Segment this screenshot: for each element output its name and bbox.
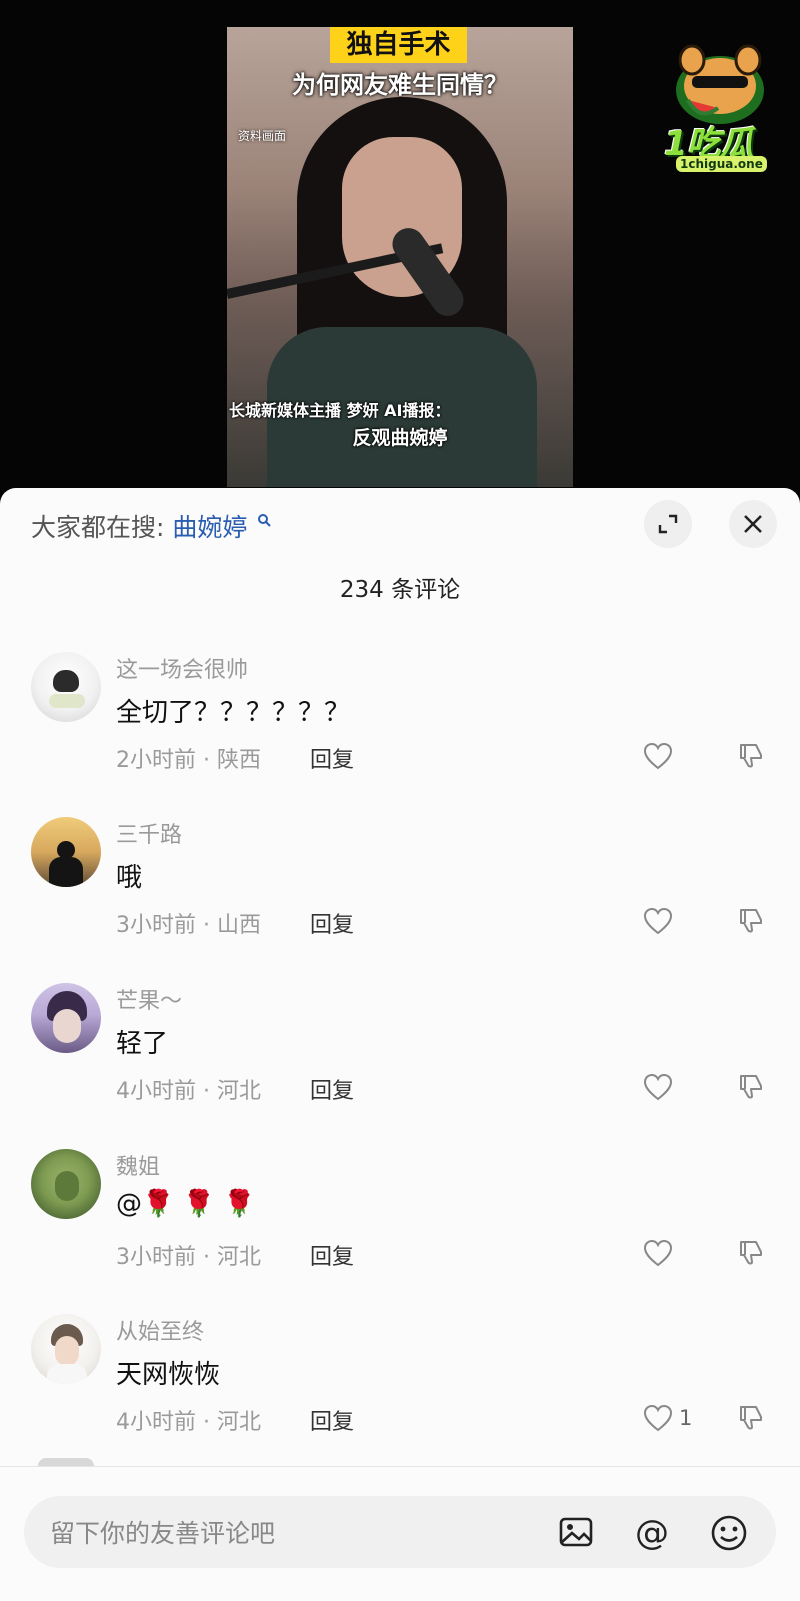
- expand-button[interactable]: [644, 500, 692, 548]
- like-button[interactable]: 1: [643, 1402, 692, 1434]
- comment-meta: 2小时前 · 陕西: [116, 748, 261, 773]
- thumbs-down-icon: [740, 1075, 762, 1099]
- comment-input[interactable]: [48, 1510, 532, 1556]
- close-icon: [744, 515, 762, 533]
- comment-meta: 3小时前 · 山西: [116, 913, 261, 938]
- comment-item: 从始至终 天网恢恢 4小时前 · 河北 回复 1: [0, 1314, 800, 1474]
- comment-username[interactable]: 三千路: [116, 817, 182, 849]
- video-title-highlight: 独自手术: [330, 27, 467, 63]
- hamster-mascot-icon: [676, 44, 764, 124]
- comment-username[interactable]: 芒果～: [116, 983, 182, 1015]
- svg-text:@: @: [635, 1514, 669, 1550]
- avatar[interactable]: [31, 1314, 101, 1384]
- video-caption-subtitle: 反观曲婉婷: [352, 427, 448, 449]
- comment-item: 这一场会很帅 全切了？？？？？？ 2小时前 · 陕西 回复: [0, 652, 800, 812]
- dislike-button[interactable]: [737, 1403, 765, 1435]
- thumbs-down-icon: [740, 1241, 762, 1265]
- like-button[interactable]: [643, 740, 679, 772]
- mention-button[interactable]: @: [633, 1513, 671, 1554]
- video-title: 为何网友难生同情？: [292, 71, 508, 99]
- reply-button[interactable]: 回复: [310, 1073, 354, 1105]
- avatar[interactable]: [31, 983, 101, 1053]
- comment-count: 234 条评论: [339, 577, 461, 603]
- video-frame: 独自手术 为何网友难生同情？ 资料画面 长城新媒体主播 梦妍 AI播报： 反观曲…: [227, 27, 573, 487]
- avatar[interactable]: [31, 1149, 101, 1219]
- like-count: 1: [679, 1406, 693, 1430]
- thumbs-down-icon: [740, 909, 762, 933]
- thumbs-down-icon: [740, 1406, 762, 1430]
- video-player[interactable]: 独自手术 为何网友难生同情？ 资料画面 长城新媒体主播 梦妍 AI播报： 反观曲…: [0, 0, 800, 500]
- reply-button[interactable]: 回复: [310, 742, 354, 774]
- heart-icon: [643, 907, 673, 935]
- reply-button[interactable]: 回复: [310, 1239, 354, 1271]
- watermark-logo: 1吃瓜 1chigua.one: [660, 38, 785, 178]
- image-button[interactable]: [558, 1514, 594, 1554]
- avatar[interactable]: [31, 817, 101, 887]
- dislike-button[interactable]: [737, 741, 765, 773]
- dislike-button[interactable]: [737, 1238, 765, 1270]
- comment-meta: 4小时前 · 河北: [116, 1410, 261, 1435]
- trending-search-term[interactable]: 曲婉婷: [172, 513, 247, 542]
- logo-domain: 1chigua.one: [676, 156, 767, 172]
- composer-divider: [0, 1466, 800, 1467]
- comment-text: 全切了？？？？？？: [116, 698, 351, 728]
- comment-text: @🌹 🌹 🌹: [116, 1189, 256, 1219]
- image-icon: [559, 1517, 593, 1547]
- avatar[interactable]: [31, 652, 101, 722]
- comment-composer[interactable]: @: [24, 1496, 776, 1568]
- comment-item: 芒果～ 轻了 4小时前 · 河北 回复: [0, 983, 800, 1143]
- partial-comment-avatar: [38, 1458, 94, 1466]
- comment-item: 魏姐 @🌹 🌹 🌹 3小时前 · 河北 回复: [0, 1149, 800, 1309]
- trending-search-label: 大家都在搜:: [31, 513, 165, 542]
- heart-icon: [643, 1073, 673, 1101]
- trending-search[interactable]: 大家都在搜: 曲婉婷: [31, 508, 272, 544]
- at-icon: @: [635, 1513, 669, 1553]
- heart-icon: [643, 1239, 673, 1267]
- comment-username[interactable]: 从始至终: [116, 1314, 204, 1346]
- comment-item: 三千路 哦 3小时前 · 山西 回复: [0, 817, 800, 977]
- comment-text: 哦: [116, 863, 143, 893]
- like-button[interactable]: [643, 905, 679, 937]
- dislike-button[interactable]: [737, 1072, 765, 1104]
- comment-meta: 4小时前 · 河北: [116, 1079, 261, 1104]
- comment-username[interactable]: 魏姐: [116, 1149, 160, 1181]
- comment-username[interactable]: 这一场会很帅: [116, 652, 248, 684]
- footage-tag: 资料画面: [238, 129, 287, 143]
- comment-sheet: 大家都在搜: 曲婉婷 234 条评论 这一场会很帅 全切了？？？？？？ 2小时前…: [0, 488, 800, 1601]
- emoji-icon: [711, 1515, 747, 1551]
- close-button[interactable]: [729, 500, 777, 548]
- dislike-button[interactable]: [737, 906, 765, 938]
- thumbs-down-icon: [740, 744, 762, 768]
- expand-icon: [658, 514, 678, 534]
- comment-text: 天网恢恢: [116, 1360, 221, 1390]
- video-caption-source: 长城新媒体主播 梦妍 AI播报：: [229, 401, 451, 420]
- heart-icon: [643, 742, 673, 770]
- comment-text: 轻了: [116, 1029, 169, 1059]
- search-icon: [258, 513, 272, 527]
- like-button[interactable]: [643, 1071, 679, 1103]
- emoji-button[interactable]: [710, 1514, 748, 1556]
- like-button[interactable]: [643, 1237, 679, 1269]
- reply-button[interactable]: 回复: [310, 1404, 354, 1436]
- comment-meta: 3小时前 · 河北: [116, 1245, 261, 1270]
- heart-icon: [643, 1404, 673, 1432]
- reply-button[interactable]: 回复: [310, 907, 354, 939]
